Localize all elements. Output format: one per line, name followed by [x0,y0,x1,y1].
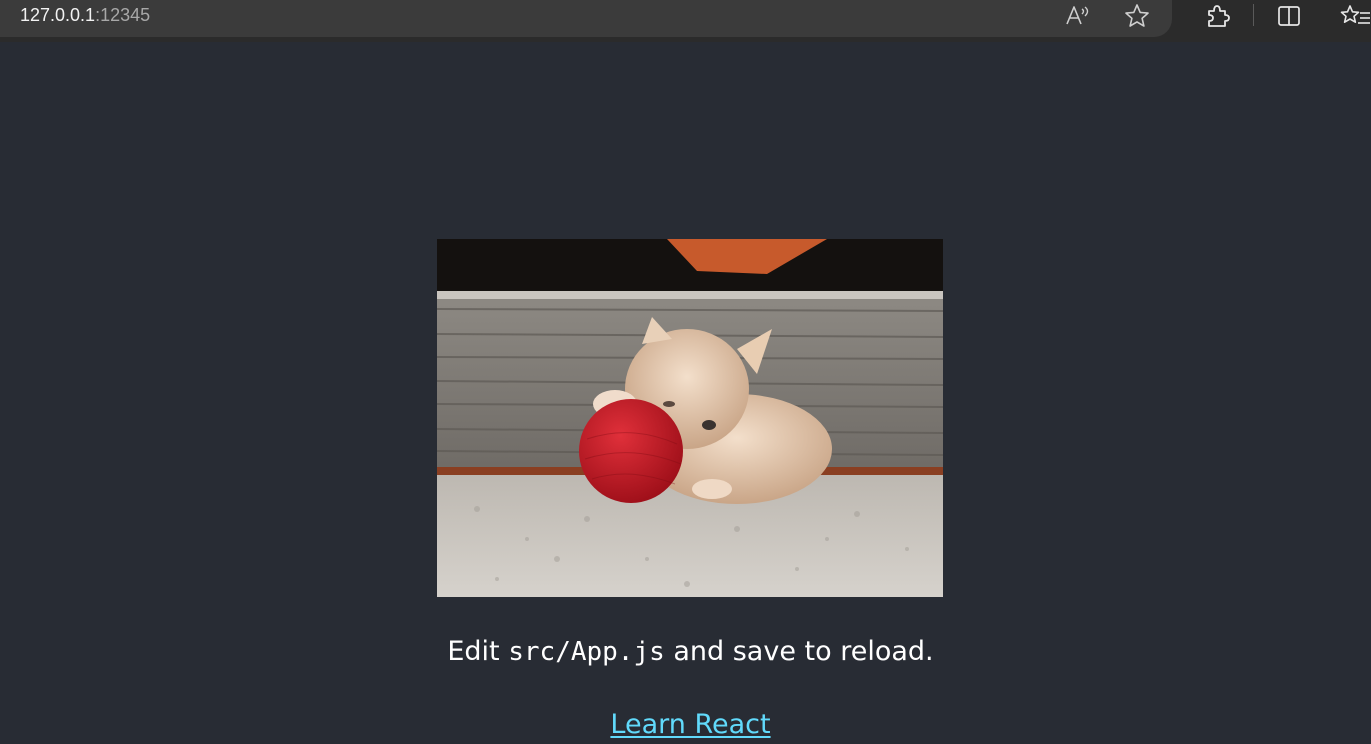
edit-prefix: Edit [447,636,509,667]
browser-toolbar: 127.0.0.1:12345 [0,0,1371,42]
favorites-list-icon[interactable] [1340,2,1370,30]
address-bar[interactable]: 127.0.0.1:12345 [0,0,1172,37]
address-port: :12345 [95,5,151,25]
toolbar-separator [1253,4,1254,26]
edit-code-path: src/App.js [508,637,665,667]
extensions-icon[interactable] [1202,2,1232,30]
learn-react-link[interactable]: Learn React [610,709,770,740]
split-screen-icon[interactable] [1274,2,1304,30]
edit-instruction: Edit src/App.js and save to reload. [0,633,1371,671]
learn-react-row: Learn React [0,706,1371,744]
kitten-gif-image [437,239,943,597]
app-page: Edit src/App.js and save to reload. Lear… [0,42,1371,740]
address-url[interactable]: 127.0.0.1:12345 [20,5,150,25]
read-aloud-icon[interactable] [1062,2,1092,30]
favorite-star-icon[interactable] [1122,2,1152,30]
edit-suffix: and save to reload. [664,636,934,667]
address-host: 127.0.0.1 [20,5,96,25]
